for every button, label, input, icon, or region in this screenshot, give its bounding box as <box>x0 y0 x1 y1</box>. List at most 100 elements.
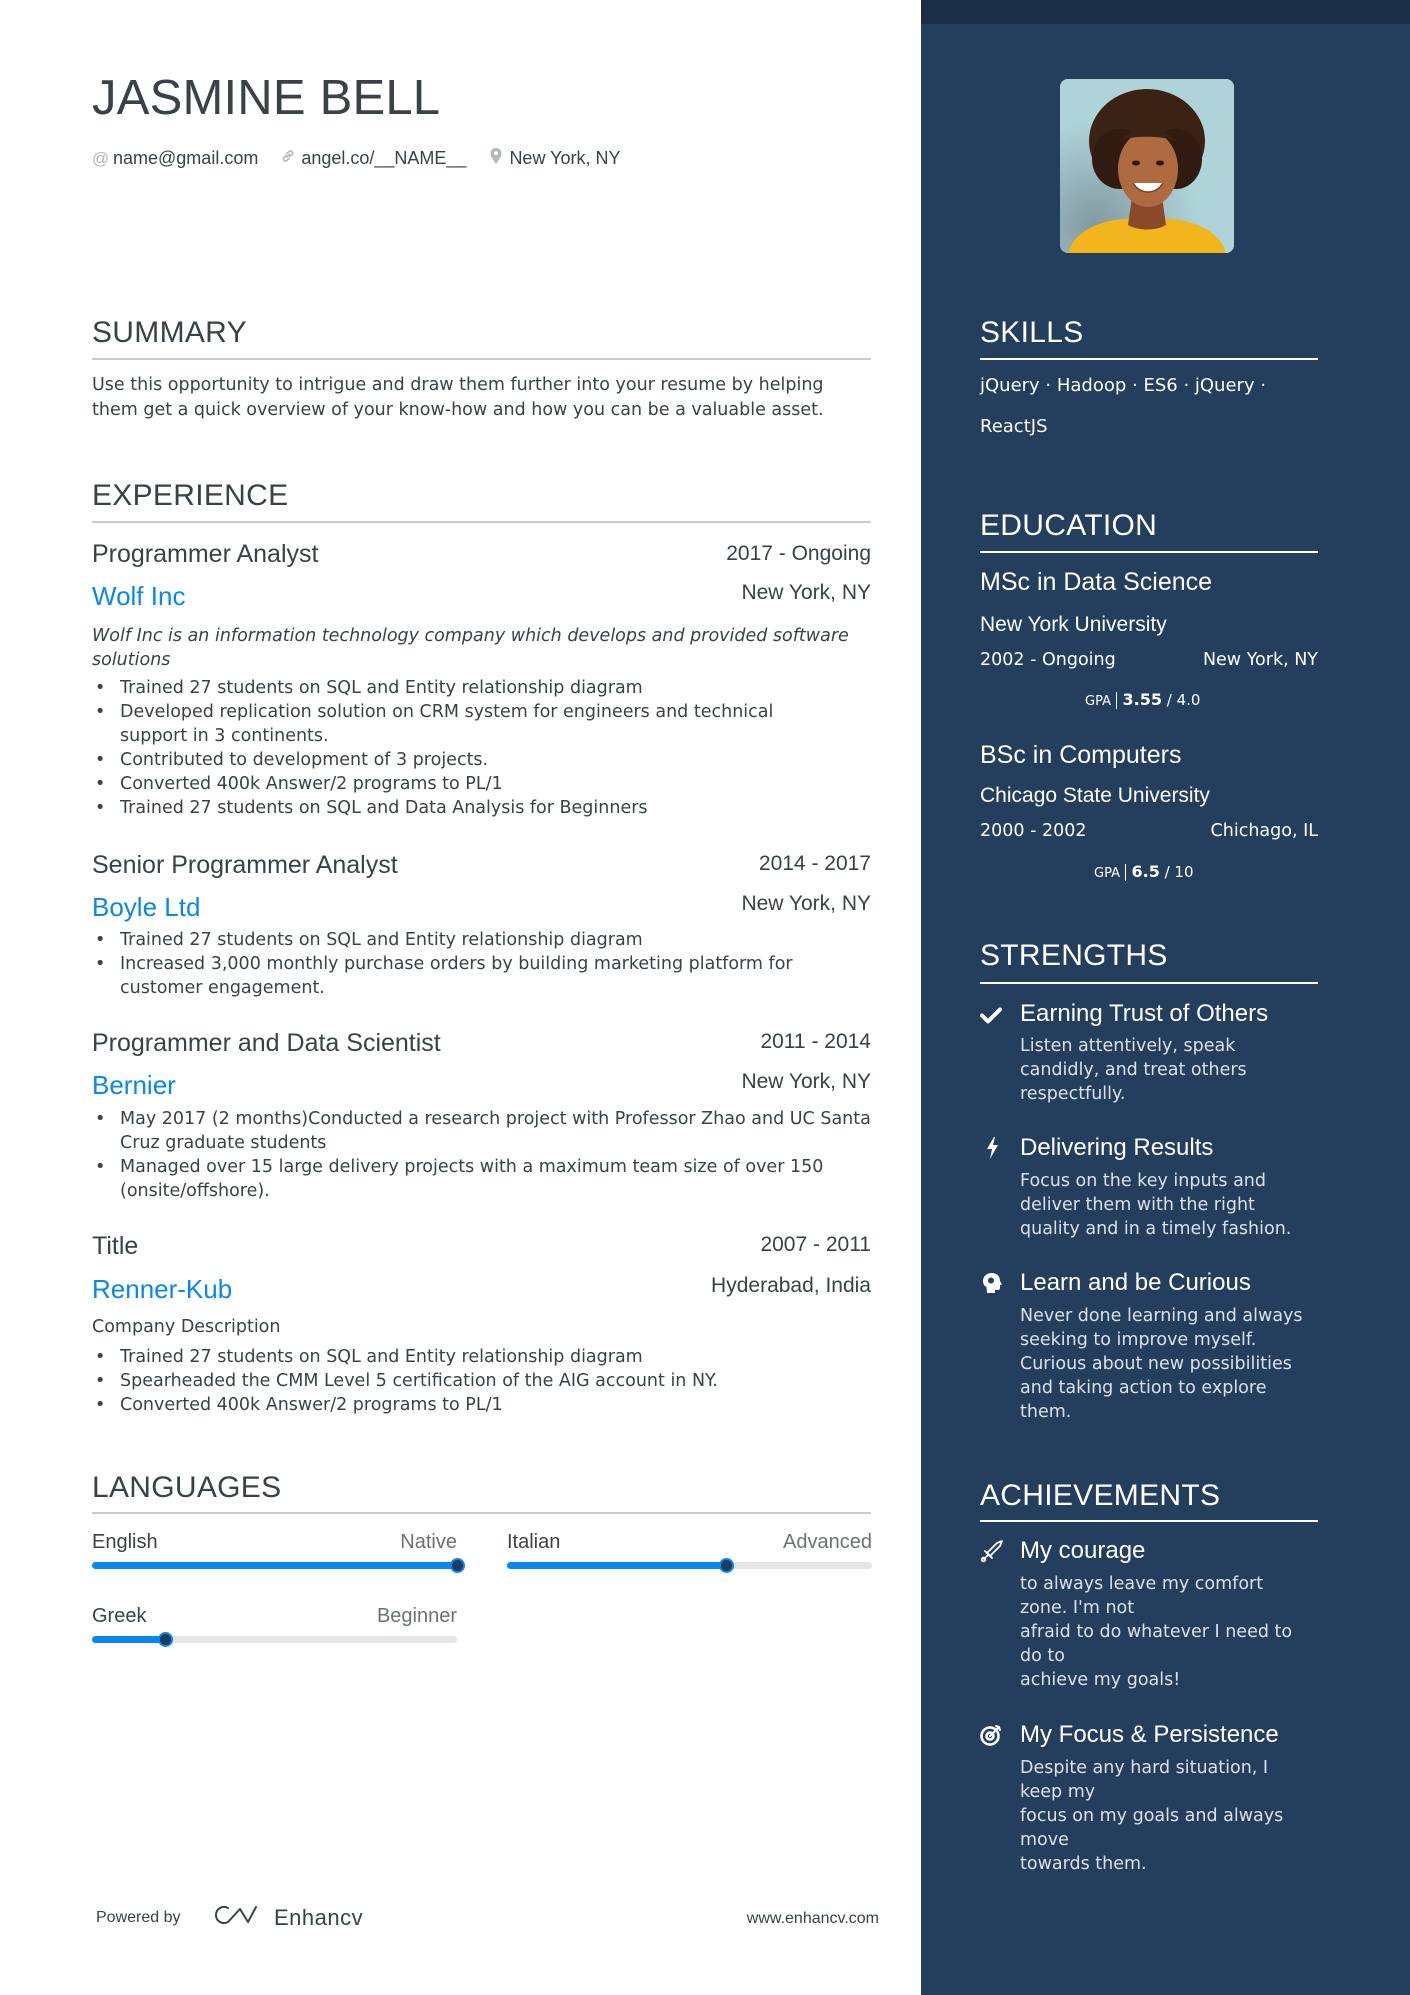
job-company[interactable]: Wolf Inc <box>92 583 185 609</box>
at-icon: @ <box>92 148 110 168</box>
summary-line: Use this opportunity to intrigue and dra… <box>92 375 824 395</box>
candidate-name: JASMINE BELL <box>92 71 441 125</box>
contact-link[interactable]: angel.co/__NAME__ <box>280 148 466 169</box>
description-line: Listen attentively, speak <box>1020 1036 1236 1056</box>
sword-icon <box>980 1539 1004 1563</box>
gpa-label: GPA <box>1094 866 1120 881</box>
education-school: Chicago State University <box>980 784 1210 807</box>
link-text: angel.co/__NAME__ <box>301 148 467 168</box>
education-degree: MSc in Data Science <box>980 568 1213 596</box>
job-dates: 2014 - 2017 <box>758 852 871 875</box>
enhancv-logo-icon <box>214 1903 262 1932</box>
job-company[interactable]: Boyle Ltd <box>92 894 200 920</box>
description-line: move <box>1020 1830 1069 1850</box>
language-proficiency-bar <box>92 1558 465 1573</box>
website-link[interactable]: www.enhancv.com <box>747 1910 879 1928</box>
job-location: New York, NY <box>741 581 871 604</box>
job-dates: 2007 - 2011 <box>760 1233 871 1256</box>
summary-divider <box>92 358 871 360</box>
job-location: New York, NY <box>741 892 871 915</box>
description-line: seeking to improve myself. <box>1020 1330 1257 1350</box>
job-role: Title <box>92 1232 139 1260</box>
achievement-description: to always leave my comfort zone. I'm not… <box>1020 1572 1320 1692</box>
language-proficiency-bar <box>92 1632 457 1647</box>
education-dates: 2002 - Ongoing <box>980 650 1116 670</box>
contact-location: New York, NY <box>488 147 621 170</box>
language-item: Greek Beginner <box>92 1605 457 1647</box>
gpa-separator <box>1115 692 1118 709</box>
education-divider <box>980 551 1318 553</box>
achievement-title: My Focus & Persistence <box>1020 1721 1279 1748</box>
language-level: Advanced <box>783 1531 872 1553</box>
description-line: them. <box>1020 1402 1072 1422</box>
description-line: zone. I'm not <box>1020 1598 1135 1618</box>
head-brain-icon <box>980 1271 1004 1295</box>
sidebar-top-band <box>921 0 1410 24</box>
summary-title: SUMMARY <box>92 316 247 349</box>
description-line: to always leave my comfort <box>1020 1574 1264 1594</box>
summary-line: them get a quick overview of your know-h… <box>92 400 824 420</box>
language-proficiency-bar <box>507 1558 872 1573</box>
skills-divider <box>980 358 1318 360</box>
job-company[interactable]: Renner-Kub <box>92 1276 232 1302</box>
description-line: quality and in a timely fashion. <box>1020 1219 1292 1239</box>
education-location: New York, NY <box>1202 650 1318 670</box>
education-dates: 2000 - 2002 <box>980 821 1087 841</box>
proficiency-knob <box>158 1632 173 1647</box>
proficiency-fill <box>92 1636 165 1643</box>
bullet-item: Increased 3,000 monthly purchase orders … <box>92 952 850 1000</box>
language-level: Native <box>400 1531 457 1553</box>
strength-title: Delivering Results <box>1020 1134 1214 1161</box>
gpa-max: / 4.0 <box>1166 691 1201 709</box>
gpa-label: GPA <box>1085 694 1111 709</box>
sidebar <box>921 0 1410 1995</box>
description-line: afraid to do whatever I need to <box>1020 1622 1293 1642</box>
profile-photo <box>1060 79 1234 253</box>
description-line: Curious about new possibilities <box>1020 1354 1292 1374</box>
experience-divider <box>92 521 871 523</box>
education-title: EDUCATION <box>980 509 1158 542</box>
description-line: focus on my goals and always <box>1020 1806 1284 1826</box>
bullet-item: Converted 400k Answer/2 programs to PL/1 <box>92 772 852 796</box>
achievement-title: My courage <box>1020 1537 1146 1564</box>
checkmark-icon <box>979 1003 1003 1027</box>
languages-title: LANGUAGES <box>92 1471 282 1504</box>
language-item: English Native <box>92 1531 465 1573</box>
bullet-item: Contributed to development of 3 projects… <box>92 748 852 772</box>
gpa-value: 6.5 <box>1131 862 1160 881</box>
bullet-item: Managed over 15 large delivery projects … <box>92 1155 880 1203</box>
company-description: Company Description <box>92 1317 281 1337</box>
gpa-separator <box>1124 864 1127 881</box>
gpa-max: / 10 <box>1164 863 1194 881</box>
contact-email[interactable]: @ name@gmail.com <box>92 148 258 169</box>
description-line: Never done learning and always <box>1020 1306 1303 1326</box>
education-degree: BSc in Computers <box>980 741 1182 769</box>
strength-title: Learn and be Curious <box>1020 1269 1251 1296</box>
job-dates: 2011 - 2014 <box>760 1030 871 1053</box>
language-item: Italian Advanced <box>507 1531 872 1573</box>
proficiency-fill <box>507 1562 726 1569</box>
language-name: Italian <box>507 1531 561 1553</box>
education-location: Chichago, IL <box>1210 821 1318 841</box>
proficiency-fill <box>92 1562 457 1569</box>
description-line: candidly, and treat others <box>1020 1060 1247 1080</box>
bullet-item: Trained 27 students on SQL and Entity re… <box>92 928 852 952</box>
description-line: and taking action to explore <box>1020 1378 1267 1398</box>
bullet-item: Trained 27 students on SQL and Entity re… <box>92 1345 852 1369</box>
link-icon <box>280 148 296 169</box>
job-role: Programmer and Data Scientist <box>92 1029 441 1057</box>
job-company[interactable]: Bernier <box>92 1072 176 1098</box>
summary-text: Use this opportunity to intrigue and dra… <box>92 373 824 423</box>
strength-description: Focus on the key inputs and deliver them… <box>1020 1169 1320 1241</box>
description-line: keep my <box>1020 1782 1096 1802</box>
description-line: achieve my goals! <box>1020 1670 1181 1690</box>
target-icon <box>979 1723 1003 1747</box>
enhancv-logo[interactable]: Enhancv <box>214 1903 363 1932</box>
job-dates: 2017 - Ongoing <box>726 542 871 565</box>
language-name: Greek <box>92 1605 147 1627</box>
strength-description: Never done learning and always seeking t… <box>1020 1304 1320 1424</box>
job-role: Senior Programmer Analyst <box>92 851 398 879</box>
strength-description: Listen attentively, speak candidly, and … <box>1020 1034 1320 1106</box>
job-bullets: Trained 27 students on SQL and Entity re… <box>92 676 852 820</box>
job-bullets: Trained 27 students on SQL and Entity re… <box>92 1345 852 1417</box>
